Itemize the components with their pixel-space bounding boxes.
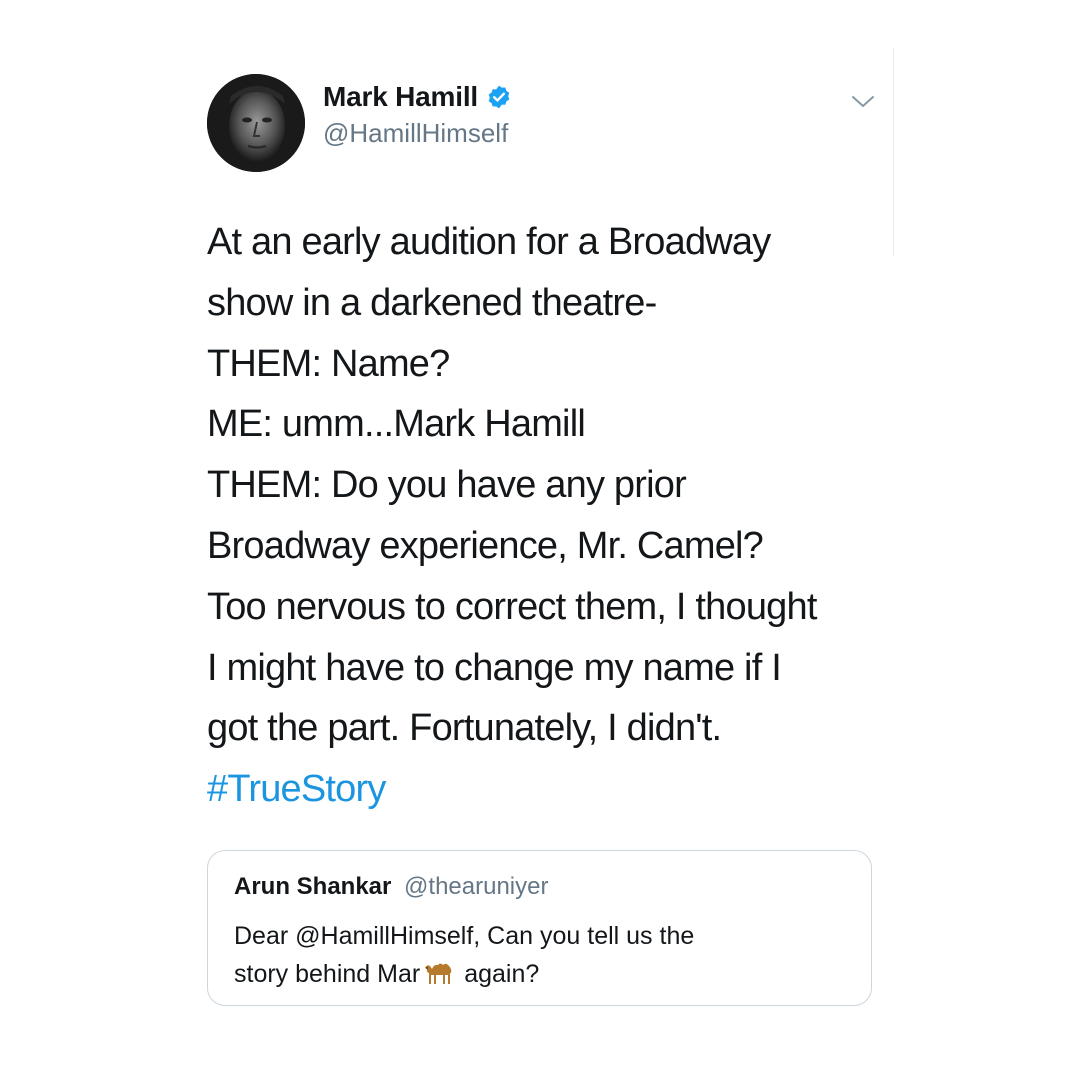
quoted-line-part: again? bbox=[464, 960, 540, 988]
quoted-tweet-text: Dear @HamillHimself, Can you tell us the… bbox=[234, 917, 694, 993]
tweet-line: I might have to change my name if I bbox=[207, 646, 782, 689]
quoted-author-handle: @thearuniyer bbox=[404, 873, 549, 900]
tweet-line: Broadway experience, Mr. Camel? bbox=[207, 524, 764, 567]
tweet-author: Mark Hamill @HamillHimself bbox=[323, 80, 512, 149]
column-divider bbox=[893, 48, 894, 256]
tweet-line: got the part. Fortunately, I didn't. bbox=[207, 707, 722, 750]
quoted-line: Dear @HamillHimself, Can you tell us the bbox=[234, 922, 695, 950]
quoted-line: story behind Mar again? bbox=[234, 955, 694, 993]
avatar[interactable] bbox=[207, 74, 305, 172]
tweet-line: At an early audition for a Broadway bbox=[207, 221, 771, 263]
quoted-author-name: Arun Shankar bbox=[234, 873, 392, 900]
tweet-line: show in a darkened theatre- bbox=[207, 281, 657, 324]
quoted-tweet-header: Arun Shankar @thearuniyer bbox=[234, 873, 548, 901]
avatar-photo bbox=[207, 74, 305, 172]
verified-badge-icon bbox=[486, 84, 512, 110]
tweet-line: Too nervous to correct them, I thought bbox=[207, 585, 817, 628]
chevron-down-icon[interactable] bbox=[846, 84, 880, 118]
author-display-name[interactable]: Mark Hamill bbox=[323, 81, 478, 113]
camel-icon bbox=[422, 959, 456, 985]
author-handle[interactable]: @HamillHimself bbox=[323, 118, 512, 149]
tweet-line: THEM: Do you have any prior bbox=[207, 464, 687, 507]
tweet-line: ME: umm...Mark Hamill bbox=[207, 403, 586, 446]
hashtag-link[interactable]: #TrueStory bbox=[207, 759, 887, 820]
tweet-line: THEM: Name? bbox=[207, 342, 450, 385]
tweet-text: At an early audition for a Broadway show… bbox=[207, 212, 887, 820]
quoted-line-part: story behind Mar bbox=[234, 960, 421, 988]
quoted-tweet-card[interactable]: Arun Shankar @thearuniyer Dear @HamillHi… bbox=[207, 850, 872, 1006]
